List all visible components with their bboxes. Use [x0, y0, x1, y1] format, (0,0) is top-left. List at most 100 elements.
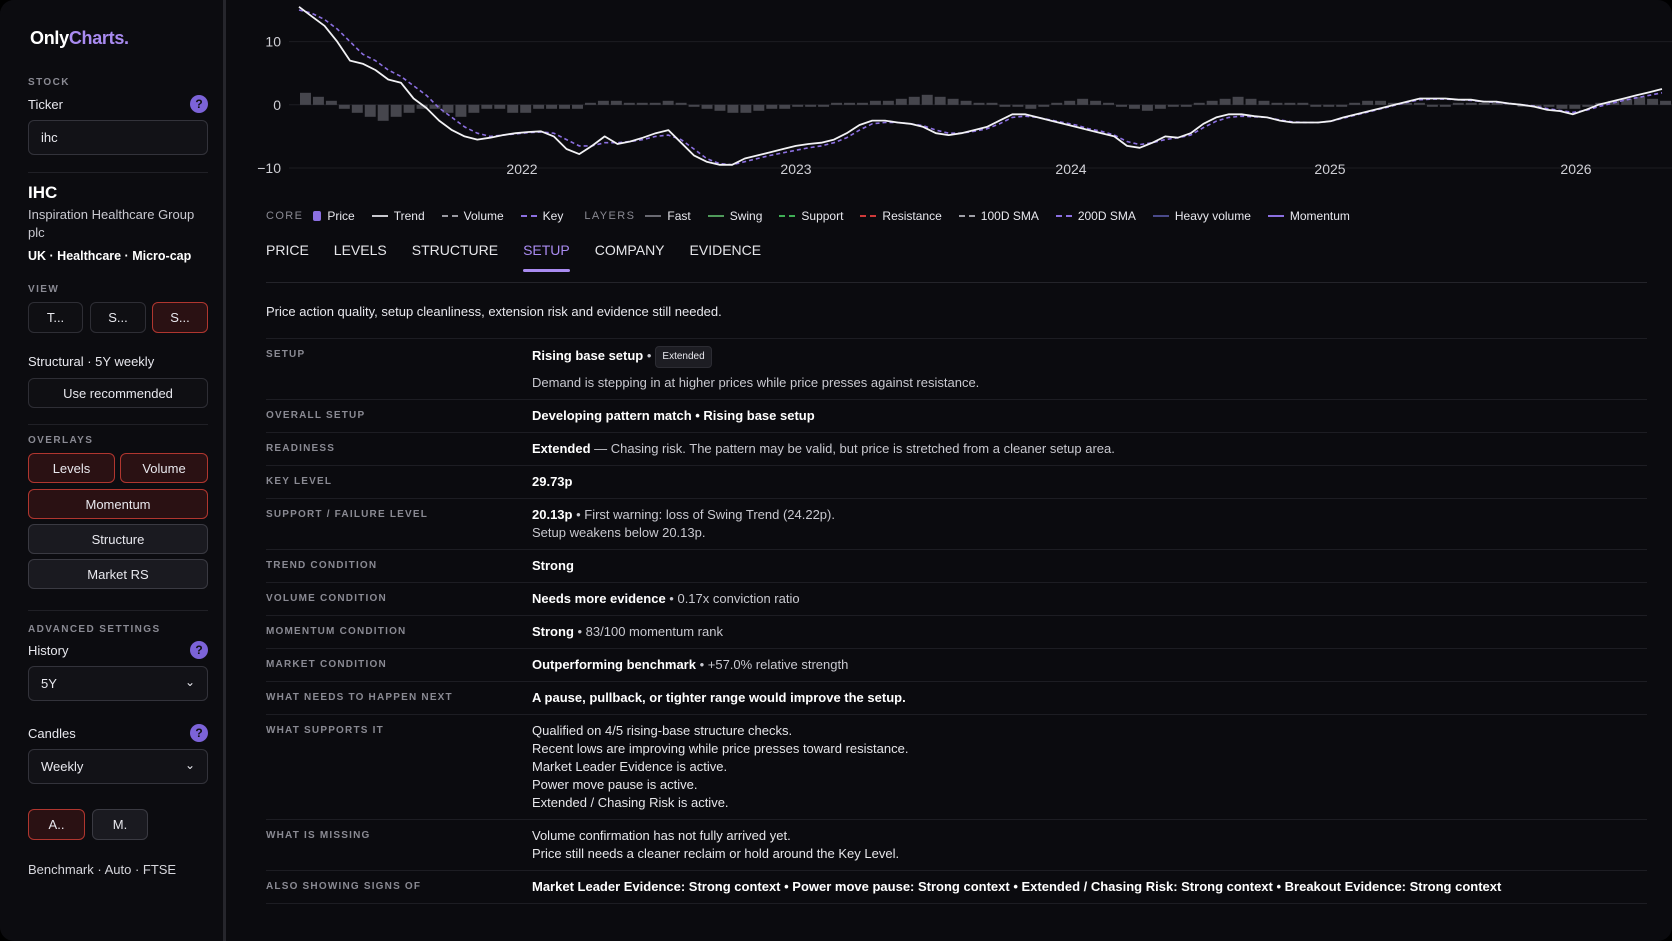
volume-bar [895, 98, 907, 105]
volume-bar [908, 96, 920, 105]
x-tick-label: 2022 [506, 161, 537, 177]
volume-bar [1582, 104, 1594, 107]
candles-help-icon[interactable]: ? [190, 724, 208, 742]
legend-item-200d-sma[interactable]: 200D SMA [1055, 209, 1136, 223]
volume-bar [623, 102, 635, 105]
app-logo[interactable]: OnlyCharts. [30, 28, 129, 49]
volume-bar [364, 104, 376, 117]
setup-row: SETUP Rising base setup • Extended Demand i… [266, 339, 1647, 400]
overlay-levels-toggle[interactable]: Levels [28, 453, 115, 483]
volume-bar [882, 100, 894, 105]
legend-swatch [860, 215, 877, 217]
legend-item-price[interactable]: Price [313, 209, 355, 223]
volume-bar [1569, 104, 1581, 109]
volume-bar [300, 92, 311, 105]
volume-bar [1077, 98, 1089, 105]
overlay-market-rs-toggle[interactable]: Market RS [28, 559, 208, 589]
ticker-label: Ticker [28, 97, 63, 112]
volume-bar [1426, 104, 1438, 107]
y-tick-label: 0 [273, 97, 281, 113]
volume-bar [468, 104, 480, 113]
volume-bar [390, 104, 402, 117]
view-mode-text: Structural · 5Y weekly [28, 354, 155, 369]
tab-setup[interactable]: SETUP [523, 242, 570, 272]
view-button-structural[interactable]: S... [152, 302, 208, 333]
legend-item-100d-sma[interactable]: 100D SMA [958, 209, 1039, 223]
benchmark-text: Benchmark · Auto · FTSE [28, 862, 177, 877]
legend-item-resistance[interactable]: Resistance [860, 209, 942, 223]
view-button-swing[interactable]: S... [90, 302, 146, 333]
setup-value-strong: Recent lows are improving while price pr… [532, 741, 909, 756]
setup-row-value: Market Leader Evidence: Strong context •… [532, 878, 1501, 896]
legend-swatch [707, 215, 724, 217]
overlay-momentum-toggle[interactable]: Momentum [28, 489, 208, 519]
setup-row-key: SETUP [266, 349, 306, 360]
volume-bar [559, 104, 571, 109]
tab-company[interactable]: COMPANY [595, 242, 665, 270]
setup-value-line: Outperforming benchmark • +57.0% relativ… [532, 656, 848, 674]
overlay-structure-toggle[interactable]: Structure [28, 524, 208, 554]
legend-item-key[interactable]: Key [520, 209, 563, 223]
volume-bar [1258, 100, 1270, 105]
legend-item-momentum[interactable]: Momentum [1267, 209, 1350, 223]
setup-value-strong: Developing pattern match • Rising base s… [532, 408, 815, 423]
volume-bar [869, 100, 881, 105]
ticker-help-icon[interactable]: ? [190, 95, 208, 113]
setup-value-strong: Outperforming benchmark [532, 657, 696, 672]
x-tick-label: 2026 [1560, 161, 1591, 177]
legend-item-label: Trend [393, 209, 425, 223]
history-help-icon[interactable]: ? [190, 641, 208, 659]
view-button-trend[interactable]: T... [28, 302, 83, 333]
history-select[interactable]: 5Y ⌄ [28, 666, 208, 701]
setup-value-strong: Rising base setup [532, 348, 644, 363]
volume-bar [533, 104, 545, 109]
volume-bar [921, 94, 933, 105]
setup-row-value: 20.13p • First warning: loss of Swing Tr… [532, 506, 835, 542]
volume-bar [740, 104, 752, 113]
volume-bar [403, 104, 415, 113]
ticker-input[interactable]: ihc [28, 120, 208, 155]
volume-bar [597, 100, 609, 105]
tab-evidence[interactable]: EVIDENCE [690, 242, 762, 270]
series-line-price [298, 6, 1663, 166]
volume-bar [1465, 102, 1477, 105]
use-recommended-button[interactable]: Use recommended [28, 378, 208, 408]
setup-value-line: Extended / Chasing Risk is active. [532, 794, 908, 812]
setup-value-strong: Extended / Chasing Risk is active. [532, 795, 729, 810]
legend-item-trend[interactable]: Trend [371, 209, 425, 223]
legend-swatch [371, 215, 388, 217]
setup-value-line: Strong • 83/100 momentum rank [532, 623, 723, 641]
tab-price[interactable]: PRICE [266, 242, 309, 270]
legend-item-heavy-volume[interactable]: Heavy volume [1152, 209, 1251, 223]
legend-swatch [441, 215, 458, 217]
mode-button-manual[interactable]: M. [92, 809, 148, 840]
volume-bar [546, 104, 558, 109]
volume-bar [856, 102, 868, 105]
setup-value-line: Recent lows are improving while price pr… [532, 740, 908, 758]
setup-row-value: Outperforming benchmark • +57.0% relativ… [532, 656, 848, 674]
mode-button-auto[interactable]: A.. [28, 809, 85, 840]
legend-item-swing[interactable]: Swing [707, 209, 762, 223]
volume-bar [1193, 102, 1205, 105]
setup-value-text: Demand is stepping in at higher prices w… [532, 375, 980, 390]
volume-bar [1375, 100, 1387, 105]
volume-bar [714, 104, 726, 111]
candles-select[interactable]: Weekly ⌄ [28, 749, 208, 784]
volume-bar [662, 100, 674, 105]
setup-row-value: 29.73p [532, 473, 572, 491]
setup-row: TREND CONDITION Strong [266, 550, 1647, 583]
legend-item-volume[interactable]: Volume [441, 209, 504, 223]
legend-item-label: Support [801, 209, 844, 223]
setup-value-line: Market Leader Evidence is active. [532, 758, 908, 776]
overlay-volume-toggle[interactable]: Volume [120, 453, 208, 483]
volume-bar [1660, 100, 1671, 105]
volume-bar [688, 104, 700, 107]
price-chart[interactable]: 10 0 −10 2022 2023 2024 2025 2026 [229, 0, 1672, 190]
legend-item-support[interactable]: Support [779, 209, 843, 223]
tab-structure[interactable]: STRUCTURE [412, 242, 498, 270]
legend-item-fast[interactable]: Fast [645, 209, 691, 223]
volume-bar [1103, 102, 1115, 105]
setup-row-key: TREND CONDITION [266, 560, 378, 571]
tab-levels[interactable]: LEVELS [334, 242, 387, 270]
legend-item-label: Resistance [882, 209, 942, 223]
